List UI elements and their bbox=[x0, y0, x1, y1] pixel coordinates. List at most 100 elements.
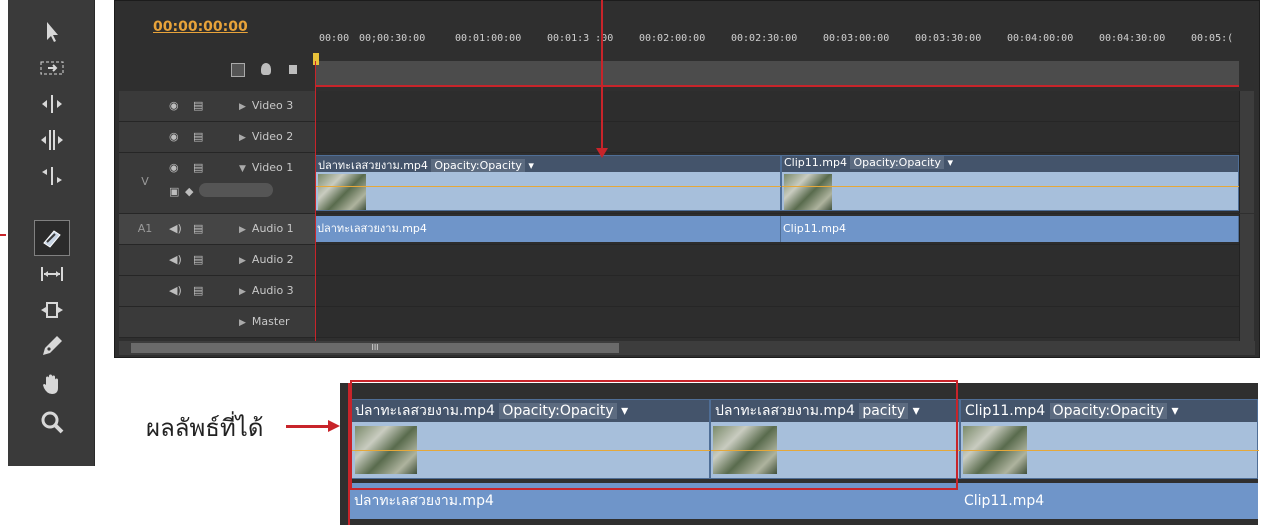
horizontal-scrollbar[interactable]: III bbox=[119, 341, 1255, 355]
video-tracks-scrollbar[interactable] bbox=[1239, 91, 1254, 213]
speaker-icon[interactable]: ◀) bbox=[169, 253, 182, 266]
sync-lock-icon[interactable]: ▤ bbox=[193, 222, 203, 235]
clip-effect-label[interactable]: Opacity:Opacity bbox=[850, 156, 944, 169]
audio-tracks-scrollbar[interactable] bbox=[1239, 214, 1254, 342]
slide-tool-icon[interactable] bbox=[34, 292, 70, 328]
track-area-audio1[interactable]: ปลาทะเลสวยงาม.mp4 Clip11.mp4 bbox=[315, 214, 1239, 245]
scroll-thumb[interactable]: III bbox=[131, 343, 619, 353]
track-name: Master bbox=[251, 315, 290, 328]
annotation-arrowhead-cut bbox=[596, 148, 608, 158]
hand-tool-icon[interactable] bbox=[34, 366, 70, 402]
rate-stretch-tool-icon[interactable] bbox=[34, 158, 70, 194]
selection-tool-icon[interactable] bbox=[34, 14, 70, 50]
track-header-video1: V ◉ ▤ ▼ Video 1 ▣ ◆ bbox=[119, 153, 315, 214]
sync-lock-icon[interactable]: ▤ bbox=[193, 130, 203, 143]
target-a1-label[interactable]: A1 bbox=[127, 222, 163, 235]
track-header-master: ▶ Master bbox=[119, 307, 315, 338]
track-area-video2[interactable] bbox=[315, 122, 1239, 153]
razor-tool-icon[interactable] bbox=[34, 220, 70, 256]
track-area-master[interactable] bbox=[315, 307, 1239, 338]
highlight-box bbox=[350, 380, 958, 490]
ruler-label: 00:00 bbox=[319, 33, 350, 44]
result-audio-clip-2[interactable]: Clip11.mp4 bbox=[960, 483, 1258, 519]
eye-icon[interactable]: ◉ bbox=[169, 161, 179, 174]
ripple-edit-tool-icon[interactable] bbox=[34, 86, 70, 122]
clip-name: Clip11.mp4 bbox=[784, 156, 847, 169]
timecode-display[interactable]: 00:00:00:00 bbox=[153, 19, 248, 35]
target-v-label[interactable]: V bbox=[127, 175, 163, 188]
opacity-line[interactable] bbox=[782, 186, 1240, 187]
eye-icon[interactable]: ◉ bbox=[169, 99, 179, 112]
playhead-line[interactable] bbox=[315, 61, 316, 343]
annotation-arrow-cut bbox=[601, 0, 603, 150]
track-name: Audio 2 bbox=[251, 253, 294, 266]
ruler-label: 00;00:30:00 bbox=[359, 33, 426, 44]
expand-triangle-icon[interactable]: ▶ bbox=[239, 102, 246, 112]
clip-effect-label[interactable]: Opacity:Opacity bbox=[1049, 403, 1167, 419]
keyframe-icon[interactable]: ◆ bbox=[185, 185, 193, 198]
timeline-panel: 00:00:00:00 00:00 00;00:30:00 00:01:00:0… bbox=[114, 0, 1260, 358]
ruler-label: 00:04:00:00 bbox=[1007, 33, 1074, 44]
audio-clip-clip11[interactable]: Clip11.mp4 bbox=[781, 216, 1239, 242]
work-area-bar[interactable] bbox=[315, 61, 1239, 87]
speaker-icon[interactable]: ◀) bbox=[169, 222, 182, 235]
track-area-video1[interactable]: ปลาทะเลสวยงาม.mp4 Opacity:Opacity ▾ Clip… bbox=[315, 153, 1240, 214]
ruler-label: 00:03:00:00 bbox=[823, 33, 890, 44]
speaker-icon[interactable]: ◀) bbox=[169, 284, 182, 297]
keyframe-navigator[interactable] bbox=[199, 183, 273, 197]
clip-name: Clip11.mp4 bbox=[965, 403, 1046, 419]
ruler-label: 00:05:( bbox=[1191, 33, 1234, 44]
sync-lock-icon[interactable]: ▤ bbox=[193, 99, 203, 112]
track-header-audio3: ◀) ▤ ▶ Audio 3 bbox=[119, 276, 315, 307]
track-header-audio2: ◀) ▤ ▶ Audio 2 bbox=[119, 245, 315, 276]
sequence-marker-icon[interactable] bbox=[289, 65, 297, 74]
eye-icon[interactable]: ◉ bbox=[169, 130, 179, 143]
clip-effect-label[interactable]: Opacity:Opacity bbox=[431, 159, 525, 172]
track-name: Video 1 bbox=[251, 161, 294, 174]
marker-icon[interactable] bbox=[261, 63, 271, 75]
ruler-label: 00:04:30:00 bbox=[1099, 33, 1166, 44]
annotation-arrow-razor bbox=[0, 234, 6, 236]
collapse-triangle-icon[interactable]: ▼ bbox=[239, 164, 246, 174]
expand-triangle-icon[interactable]: ▶ bbox=[239, 133, 246, 143]
ruler-label: 00:02:30:00 bbox=[731, 33, 798, 44]
ruler-label: 00:01:00:00 bbox=[455, 33, 522, 44]
track-name: Video 3 bbox=[251, 99, 294, 112]
sync-lock-icon[interactable]: ▤ bbox=[193, 253, 203, 266]
track-area-audio3[interactable] bbox=[315, 276, 1239, 307]
result-caption: ผลลัพธ์ที่ได้ bbox=[146, 414, 264, 442]
slip-tool-icon[interactable] bbox=[34, 256, 70, 292]
display-style-icon[interactable]: ▣ bbox=[169, 185, 179, 198]
video-clip-fish[interactable]: ปลาทะเลสวยงาม.mp4 Opacity:Opacity ▾ bbox=[315, 155, 782, 211]
sync-lock-icon[interactable]: ▤ bbox=[193, 161, 203, 174]
track-area-video3[interactable] bbox=[315, 91, 1239, 122]
track-name: Video 2 bbox=[251, 130, 294, 143]
opacity-line[interactable] bbox=[316, 186, 782, 187]
ruler-label: 00:01:3 :00 bbox=[547, 33, 614, 44]
annotation-arrow-result bbox=[286, 425, 330, 428]
clip-name: ปลาทะเลสวยงาม.mp4 bbox=[318, 159, 428, 172]
expand-triangle-icon[interactable]: ▶ bbox=[239, 256, 246, 266]
sync-lock-icon[interactable]: ▤ bbox=[193, 284, 203, 297]
pen-tool-icon[interactable] bbox=[34, 328, 70, 364]
zoom-tool-icon[interactable] bbox=[34, 404, 70, 440]
ruler-label: 00:02:00:00 bbox=[639, 33, 706, 44]
playhead-handle[interactable] bbox=[313, 53, 319, 65]
clip-thumbnail bbox=[318, 174, 366, 210]
expand-triangle-icon[interactable]: ▶ bbox=[239, 318, 246, 328]
track-select-tool-icon[interactable] bbox=[34, 50, 70, 86]
rolling-edit-tool-icon[interactable] bbox=[34, 122, 70, 158]
expand-triangle-icon[interactable]: ▶ bbox=[239, 225, 246, 235]
audio-clip-fish[interactable]: ปลาทะเลสวยงาม.mp4 bbox=[315, 216, 781, 242]
opacity-line[interactable] bbox=[961, 450, 1259, 451]
video-clip-clip11[interactable]: Clip11.mp4 Opacity:Opacity ▾ bbox=[781, 155, 1240, 211]
expand-triangle-icon[interactable]: ▶ bbox=[239, 287, 246, 297]
tools-panel bbox=[8, 0, 95, 466]
clip-thumbnail bbox=[784, 174, 832, 210]
track-area-audio2[interactable] bbox=[315, 245, 1239, 276]
track-name: Audio 3 bbox=[251, 284, 294, 297]
result-video-clip-3[interactable]: Clip11.mp4 Opacity:Opacity ▾ bbox=[960, 399, 1259, 479]
snap-icon[interactable] bbox=[231, 63, 245, 77]
ruler-label: 00:03:30:00 bbox=[915, 33, 982, 44]
track-name: Audio 1 bbox=[251, 222, 294, 235]
